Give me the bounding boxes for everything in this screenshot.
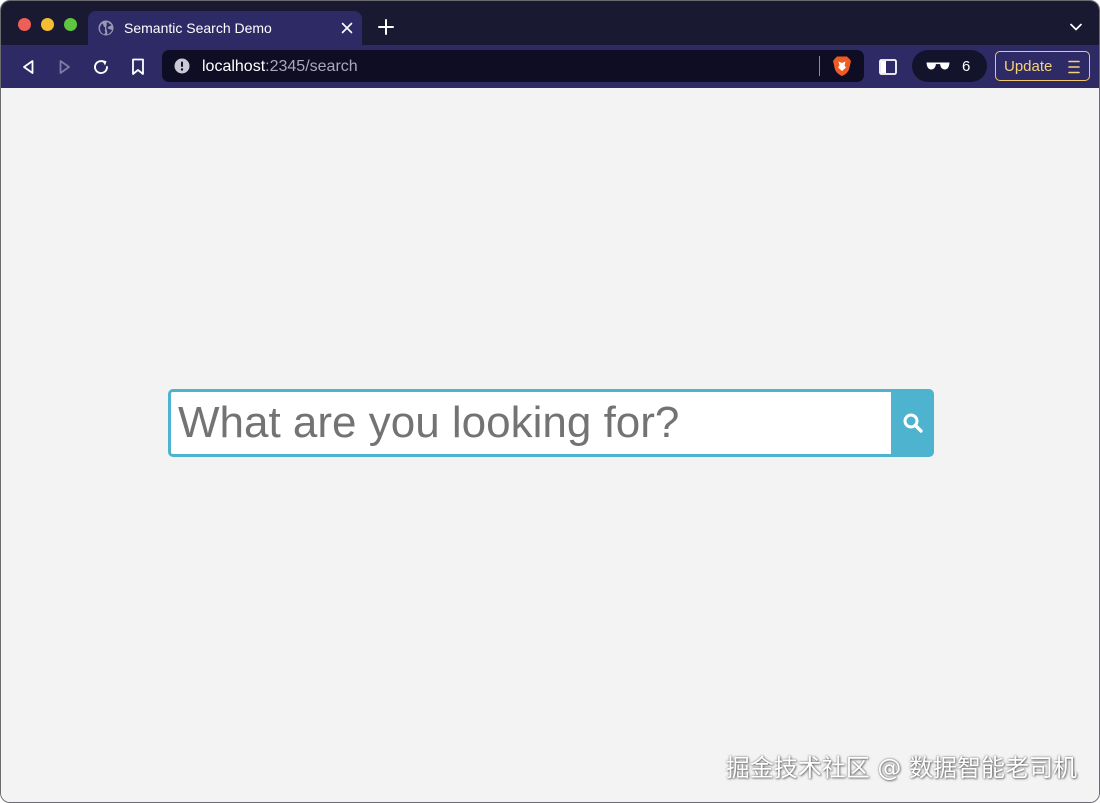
url-host: localhost [202, 58, 266, 75]
site-info-icon[interactable] [174, 58, 190, 74]
reload-button[interactable] [90, 56, 112, 78]
address-bar[interactable]: localhost:2345/search [162, 50, 864, 82]
update-menu-button[interactable]: Update [995, 51, 1090, 81]
sunglasses-icon [926, 62, 950, 70]
browser-window: Semantic Search Demo localhost:2345/sear… [0, 0, 1100, 803]
search-bar [168, 389, 934, 457]
navigation-toolbar: localhost:2345/search 6 Update [1, 45, 1099, 88]
sidebar-icon [879, 59, 897, 75]
window-zoom-button[interactable] [64, 18, 77, 31]
forward-button[interactable] [54, 56, 76, 78]
sidebar-toggle-button[interactable] [877, 56, 899, 78]
hamburger-menu-icon [1068, 60, 1080, 74]
back-button[interactable] [17, 56, 39, 78]
rewards-count: 6 [962, 57, 971, 75]
bookmark-icon [132, 58, 144, 75]
watermark: 掘金技术社区 @ 数据智能老司机 [725, 754, 1077, 782]
tab-title: Semantic Search Demo [124, 20, 272, 36]
url-text[interactable]: localhost:2345/search [202, 58, 358, 76]
tab-search-menu-button[interactable] [1069, 20, 1083, 34]
update-label: Update [1004, 57, 1053, 75]
url-divider [819, 56, 820, 76]
search-button[interactable] [891, 389, 934, 457]
window-close-button[interactable] [18, 18, 31, 31]
bookmark-button[interactable] [127, 56, 149, 78]
forward-arrow-icon [59, 60, 70, 74]
close-icon[interactable] [338, 19, 356, 37]
brave-shields-icon[interactable] [831, 55, 853, 77]
new-tab-button[interactable] [376, 17, 396, 37]
globe-icon [98, 20, 114, 36]
window-minimize-button[interactable] [41, 18, 54, 31]
url-path: :2345/search [265, 58, 358, 75]
back-arrow-icon [23, 60, 34, 74]
plus-icon [378, 19, 394, 35]
reload-icon [94, 60, 108, 74]
chevron-down-icon [1070, 23, 1082, 31]
page-content: 掘金技术社区 @ 数据智能老司机 [1, 88, 1099, 802]
search-icon [903, 413, 923, 433]
search-input[interactable] [168, 389, 891, 457]
tab-semantic-search-demo[interactable]: Semantic Search Demo [88, 11, 362, 45]
rewards-button[interactable]: 6 [912, 50, 987, 82]
tab-strip: Semantic Search Demo [1, 1, 1099, 45]
